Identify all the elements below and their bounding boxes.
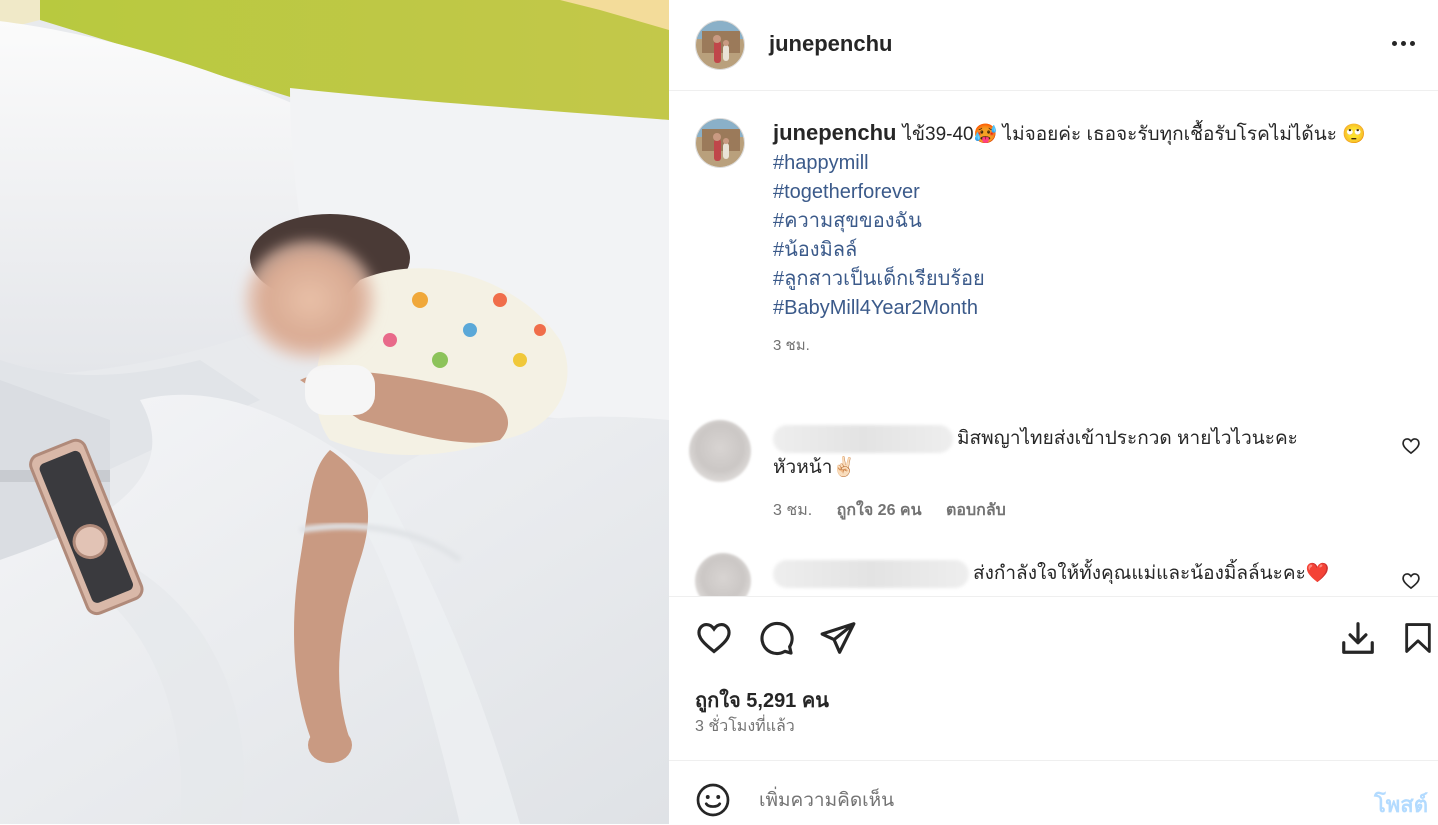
comment-time: 3 ชม. [773, 502, 813, 519]
download-icon[interactable] [1339, 619, 1377, 657]
comment-body: มิสพญาไทยส่งเข้าประกวด หายไวไวนะคะ หัวหน… [773, 424, 1333, 482]
post-time-ago: 3 ชั่วโมงที่แล้ว [695, 718, 795, 735]
caption-body: junepenchu ไข้39-40🥵 ไม่จอยค่ะ เธอจะรับทุ… [773, 118, 1413, 360]
commenter-avatar[interactable] [689, 420, 751, 482]
comment-heart-icon[interactable] [1401, 436, 1421, 456]
comment-like-count[interactable]: ถูกใจ 26 คน [837, 502, 922, 519]
comment-input[interactable] [757, 783, 1321, 819]
caption-username[interactable]: junepenchu [773, 120, 896, 145]
caption-text: ไข้39-40🥵 ไม่จอยค่ะ เธอจะรับทุกเชื้อรับโ… [902, 124, 1366, 145]
hashtag-link[interactable]: #ลูกสาวเป็นเด็กเรียบร้อย [773, 265, 1413, 294]
hashtag-link[interactable]: #BabyMill4Year2Month [773, 294, 1413, 323]
comment-meta: 3 ชม. ถูกใจ 26 คน ตอบกลับ [773, 498, 1026, 523]
hashtag-link[interactable]: #ความสุขของฉัน [773, 207, 1413, 236]
author-username[interactable]: junepenchu [769, 31, 892, 57]
comments-scroll-area[interactable]: junepenchu ไข้39-40🥵 ไม่จอยค่ะ เธอจะรับทุ… [669, 91, 1438, 596]
reply-button[interactable]: ตอบกลับ [946, 502, 1006, 519]
heart-icon[interactable] [695, 619, 733, 657]
caption-timestamp: 3 ชม. [773, 337, 810, 354]
bookmark-icon[interactable] [1401, 619, 1435, 657]
comment-icon[interactable] [757, 619, 795, 657]
commenter-avatar[interactable] [695, 553, 751, 596]
caption-avatar[interactable] [695, 118, 745, 168]
commenter-name-blurred[interactable] [773, 424, 953, 453]
comment-text: ส่งกำลังใจให้ทั้งคุณแม่และน้องมิ้ลล์นะคะ… [973, 563, 1330, 584]
hashtag-link[interactable]: #togetherforever [773, 178, 1413, 207]
comment-heart-icon[interactable] [1401, 571, 1421, 591]
post-detail-panel: junepenchu junepenchu ไข้39-40🥵 ไม่จอยค่ะ [669, 0, 1438, 824]
comment-item: ส่งกำลังใจให้ทั้งคุณแม่และน้องมิ้ลล์นะคะ… [689, 553, 1429, 596]
hashtag-link[interactable]: #น้องมิลล์ [773, 236, 1413, 265]
author-avatar[interactable] [695, 20, 745, 70]
post-actions-bar [669, 596, 1438, 679]
add-comment-bar: โพสต์ [669, 760, 1438, 825]
more-options-icon[interactable] [1388, 28, 1418, 58]
smiley-icon[interactable] [695, 782, 731, 818]
comment-body: ส่งกำลังใจให้ทั้งคุณแม่และน้องมิ้ลล์นะคะ… [773, 559, 1333, 588]
likes-count[interactable]: ถูกใจ 5,291 คน [695, 684, 829, 716]
post-header: junepenchu [669, 0, 1438, 91]
hashtag-link[interactable]: #happymill [773, 149, 1413, 178]
post-photo[interactable] [0, 0, 669, 824]
comment-item: มิสพญาไทยส่งเข้าประกวด หายไวไวนะคะ หัวหน… [689, 420, 1429, 530]
post-comment-button[interactable]: โพสต์ [1374, 787, 1428, 822]
commenter-name-blurred[interactable] [773, 559, 969, 588]
send-icon[interactable] [819, 619, 857, 657]
